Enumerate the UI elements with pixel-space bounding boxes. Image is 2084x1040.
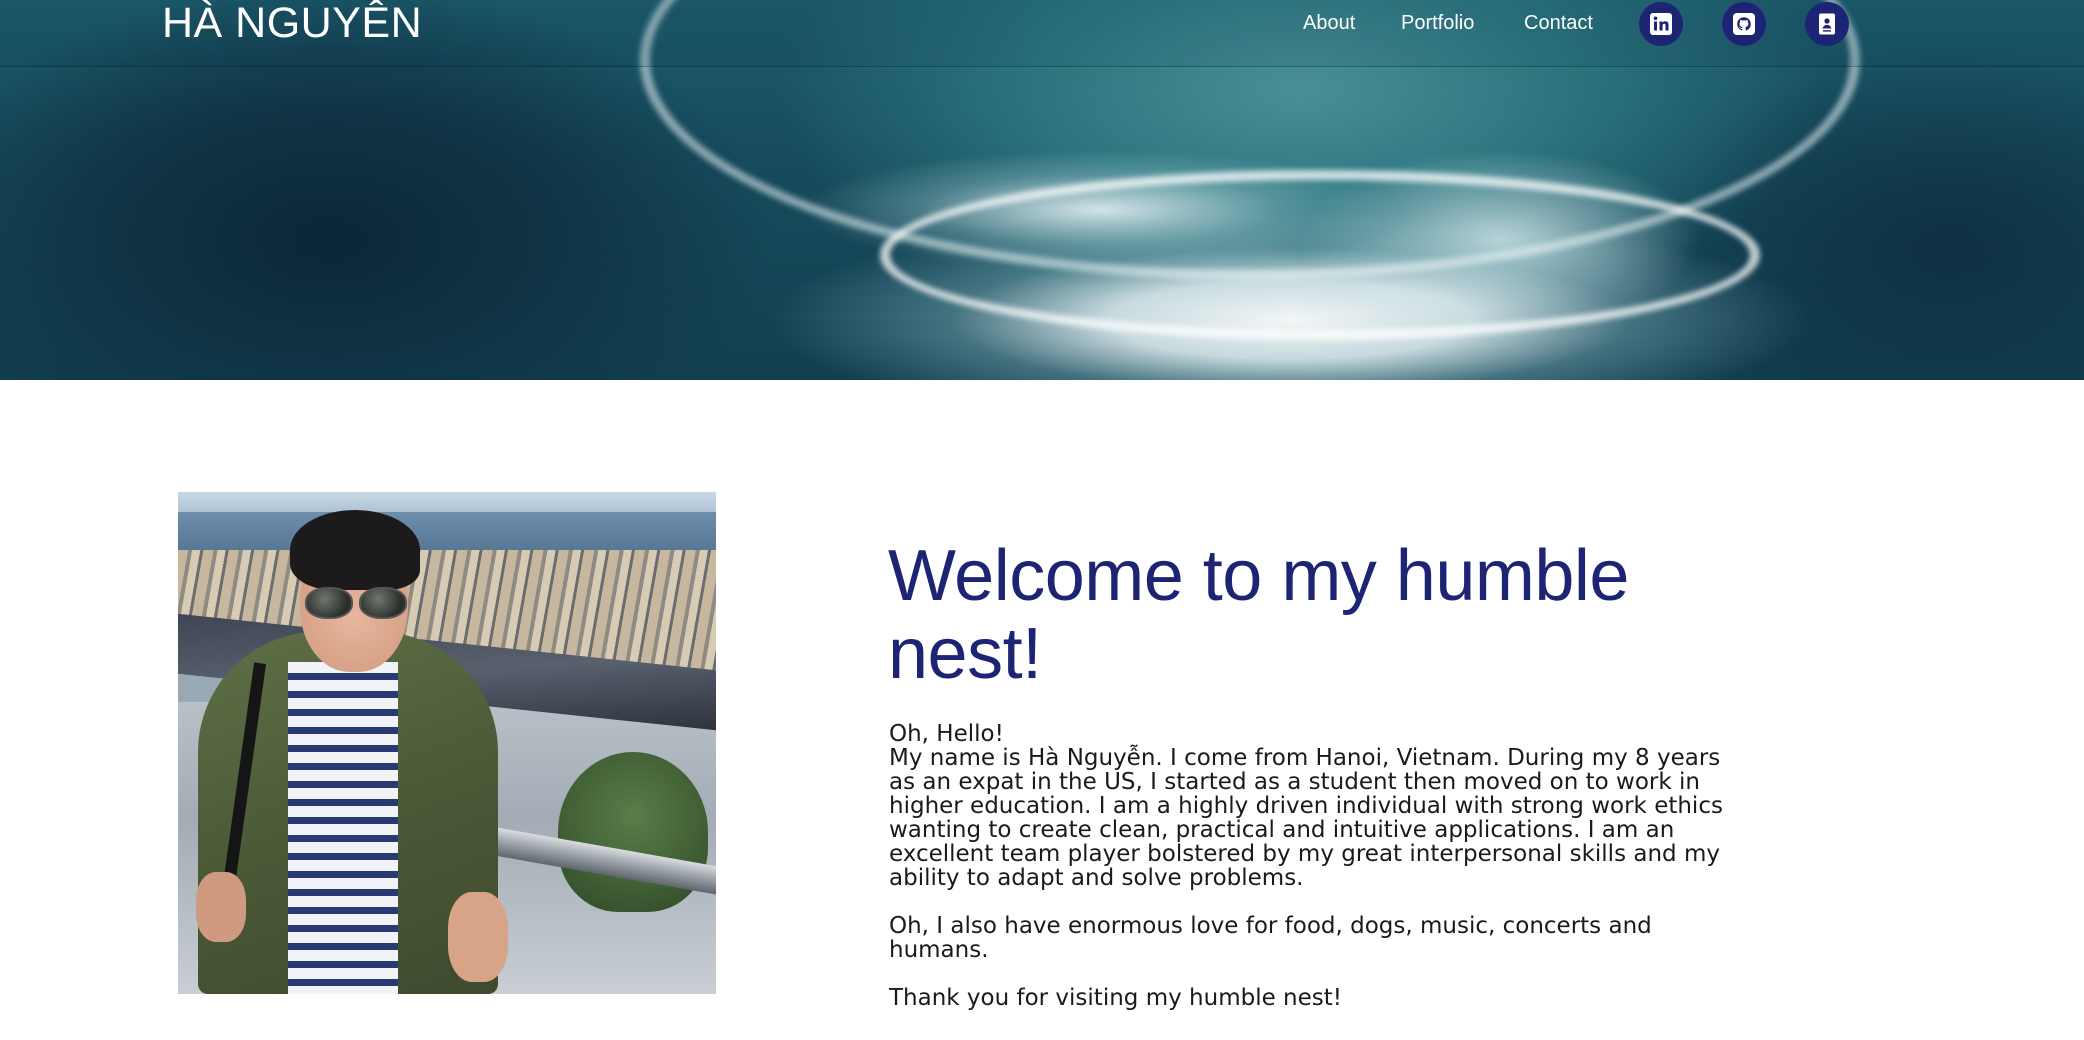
- greeting-text: Oh, Hello!: [889, 721, 1004, 747]
- bio-text: Oh, Hello! My name is Hà Nguyễn. I come …: [889, 722, 1739, 1010]
- site-logo[interactable]: HÀ NGUYÊN: [162, 0, 422, 46]
- welcome-heading: Welcome to my humble nest!: [888, 536, 1629, 694]
- thanks-text: Thank you for visiting my humble nest!: [889, 985, 1342, 1011]
- top-navigation: HÀ NGUYÊN About Portfolio Contact: [0, 0, 2084, 67]
- resume-button[interactable]: [1805, 2, 1849, 46]
- github-button[interactable]: [1722, 2, 1766, 46]
- portrait-photo: [178, 492, 716, 994]
- nav-portfolio-link[interactable]: Portfolio: [1401, 8, 1474, 38]
- wave-foam: [880, 170, 1760, 340]
- linkedin-icon: [1650, 13, 1672, 35]
- linkedin-button[interactable]: [1639, 2, 1683, 46]
- hobbies-text: Oh, I also have enormous love for food, …: [889, 913, 1652, 963]
- resume-icon: [1819, 13, 1835, 35]
- nav-about-link[interactable]: About: [1303, 8, 1355, 38]
- github-icon: [1733, 13, 1755, 35]
- nav-contact-link[interactable]: Contact: [1524, 8, 1593, 38]
- sunglasses: [303, 587, 407, 619]
- intro-text: My name is Hà Nguyễn. I come from Hanoi,…: [889, 745, 1723, 891]
